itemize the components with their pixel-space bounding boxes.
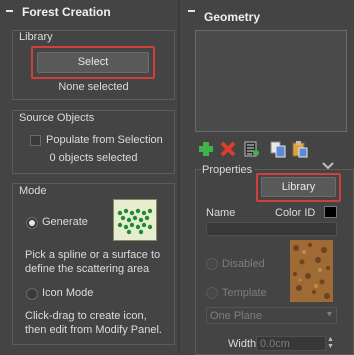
source-objects-status: 0 objects selected xyxy=(49,152,138,164)
delete-icon[interactable] xyxy=(219,140,237,158)
width-spinner[interactable]: ▲ ▼ xyxy=(327,336,336,351)
forest-creation-panel: Forest Creation Library Select None sele… xyxy=(0,0,178,353)
geometry-panel: Geometry Properties Library Name Color I… xyxy=(182,0,354,355)
disabled-radio[interactable] xyxy=(206,258,218,270)
icon-mode-description-line1: Click-drag to create icon, xyxy=(25,310,147,322)
highlight-box xyxy=(31,46,155,79)
plane-select-value: One Plane xyxy=(210,310,262,322)
texture-preview-image xyxy=(290,240,333,302)
properties-label: Properties xyxy=(202,164,256,176)
icon-mode-radio-label[interactable]: Icon Mode xyxy=(42,287,93,299)
list-icon[interactable] xyxy=(242,140,260,158)
generate-radio-label[interactable]: Generate xyxy=(42,216,88,228)
copy-icon[interactable] xyxy=(269,140,287,158)
geometry-list-view[interactable] xyxy=(195,30,347,132)
name-field[interactable] xyxy=(206,222,337,236)
width-field[interactable]: 0.0cm xyxy=(256,336,326,351)
generate-description-line2: define the scattering area xyxy=(25,263,150,275)
geometry-rollout-header[interactable]: Geometry xyxy=(182,0,354,26)
template-label: Template xyxy=(222,287,267,299)
name-label: Name xyxy=(206,207,236,219)
add-icon[interactable] xyxy=(197,140,215,158)
panel-divider xyxy=(178,0,180,353)
populate-checkbox[interactable] xyxy=(30,135,41,146)
generate-radio[interactable] xyxy=(26,217,38,229)
panel-title: Forest Creation xyxy=(22,5,111,19)
collapse-icon[interactable] xyxy=(6,10,13,12)
library-status-text: None selected xyxy=(58,81,129,93)
plane-select[interactable]: One Plane ▾ xyxy=(206,307,337,324)
chevron-down-icon: ▾ xyxy=(326,309,332,320)
paste-icon[interactable] xyxy=(291,140,309,158)
forest-thumbnail-icon xyxy=(113,199,157,241)
library-group-label: Library xyxy=(19,31,53,43)
disabled-label: Disabled xyxy=(222,258,265,270)
generate-description-line1: Pick a spline or a surface to xyxy=(25,249,161,261)
tree-dots-icon xyxy=(117,208,153,235)
width-value: 0.0cm xyxy=(260,338,290,350)
icon-mode-radio[interactable] xyxy=(26,288,38,300)
source-objects-label: Source Objects xyxy=(19,112,95,124)
mode-group-label: Mode xyxy=(19,185,47,197)
icon-mode-description-line2: then edit from Modify Panel. xyxy=(25,324,162,336)
color-id-swatch[interactable] xyxy=(324,206,337,218)
forest-creation-rollout-header[interactable]: Forest Creation xyxy=(0,0,178,26)
panel-title: Geometry xyxy=(204,10,261,24)
template-radio[interactable] xyxy=(206,287,218,299)
color-id-label: Color ID xyxy=(275,207,316,219)
width-label: Width xyxy=(228,338,257,350)
populate-checkbox-label[interactable]: Populate from Selection xyxy=(46,134,163,146)
highlight-box xyxy=(256,173,341,202)
collapse-icon[interactable] xyxy=(188,10,195,12)
